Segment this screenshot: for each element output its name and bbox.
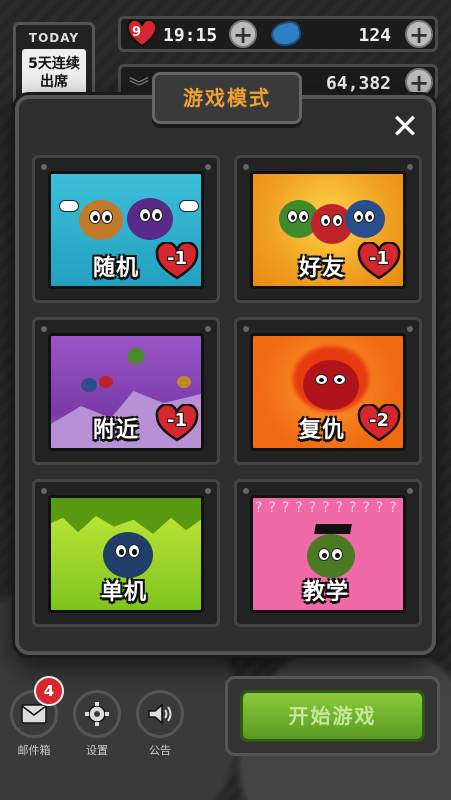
speaker-icon — [148, 703, 172, 725]
heart-cost-badge: -2 — [357, 403, 401, 442]
mode-label: 附近 — [93, 418, 140, 443]
mailbox-label: 邮件箱 — [17, 744, 51, 757]
heart-cost: -2 — [369, 410, 389, 431]
heart-cost: -1 — [369, 248, 389, 269]
life-timer: 19:15 — [163, 25, 218, 46]
coins-count: 64,382 — [325, 73, 391, 94]
speech-bubble-icon — [59, 200, 79, 212]
blue-creature-icon — [81, 378, 97, 392]
notice-label: 公告 — [149, 744, 171, 757]
mode-card-revenge[interactable]: 复仇 -2 — [234, 317, 422, 465]
gem-icon — [268, 18, 304, 50]
start-game-panel: 开始游戏 — [225, 676, 440, 756]
mode-card-friends[interactable]: 好友 -1 — [234, 155, 422, 303]
mode-label: 教学 — [303, 580, 350, 605]
heart-cost-badge: -1 — [155, 241, 199, 280]
heart-cost: -1 — [167, 410, 187, 431]
green-creature-icon — [307, 534, 355, 578]
mode-card-nearby[interactable]: 附近 -1 — [32, 317, 220, 465]
green-creature-icon — [127, 348, 145, 364]
red-creature-icon — [99, 376, 113, 388]
settings-button[interactable] — [73, 690, 121, 738]
heart-cost: -1 — [167, 248, 187, 269]
purple-creature-icon — [127, 198, 173, 240]
mode-label: 随机 — [93, 256, 140, 281]
settings-label: 设置 — [86, 744, 108, 757]
orange-creature-icon — [177, 376, 191, 388]
mode-label: 单机 — [101, 580, 148, 605]
add-gems-button[interactable]: + — [405, 20, 433, 49]
mode-card-tutorial[interactable]: ????????????????????????????????????????… — [234, 479, 422, 627]
gear-icon — [85, 702, 109, 726]
add-coins-button[interactable]: + — [405, 68, 433, 97]
start-game-button[interactable]: 开始游戏 — [240, 690, 425, 742]
gems-count: 124 — [358, 25, 391, 46]
blue-creature-icon — [345, 200, 385, 238]
mode-card-single-player[interactable]: 单机 — [32, 479, 220, 627]
close-button[interactable]: ✕ — [388, 110, 422, 144]
heart-cost-badge: -1 — [357, 241, 401, 280]
modal-title: 游戏模式 — [152, 72, 302, 124]
notice-button[interactable] — [136, 690, 184, 738]
heart-cost-badge: -1 — [155, 403, 199, 442]
add-lives-button[interactable]: + — [229, 20, 257, 49]
envelope-icon — [21, 704, 47, 724]
lives-count: 9 — [132, 25, 142, 40]
speech-bubble-icon — [179, 200, 199, 212]
mode-label: 好友 — [299, 256, 346, 281]
mail-count-badge: 4 — [34, 676, 64, 706]
orange-creature-icon — [79, 200, 123, 240]
graduation-cap-icon — [314, 524, 352, 534]
lives-gems-bar: 9 19:15 + 124 + — [118, 16, 438, 52]
angry-red-creature-icon — [303, 360, 359, 410]
today-label: TODAY — [28, 31, 80, 45]
blue-creature-icon — [103, 532, 153, 578]
slime-drip-illustration — [51, 498, 201, 534]
login-streak-text: 5天连续出席 — [22, 49, 86, 101]
mode-label: 复仇 — [299, 418, 346, 443]
mode-card-random[interactable]: 随机 -1 — [32, 155, 220, 303]
